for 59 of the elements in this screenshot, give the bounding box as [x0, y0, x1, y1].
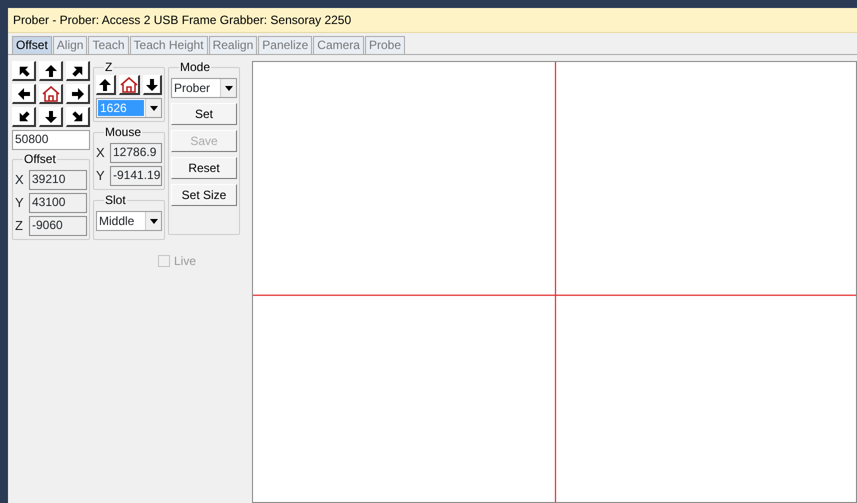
- tab[interactable]: Camera: [313, 36, 364, 54]
- jog-button[interactable]: [66, 84, 90, 104]
- jog-button[interactable]: [66, 61, 90, 81]
- jog-button[interactable]: [66, 107, 90, 127]
- push-button[interactable]: Set Size: [171, 184, 237, 206]
- readout-field: -9060: [29, 216, 87, 236]
- axis-label: X: [15, 171, 25, 190]
- arrow-icon: [18, 64, 30, 76]
- caret-icon: [150, 106, 158, 110]
- arrow-icon: [72, 64, 84, 76]
- tab[interactable]: Teach: [88, 36, 129, 54]
- readout-field: 43100: [29, 193, 87, 213]
- readout-field: -9141.19: [110, 166, 162, 186]
- arrow-icon: [18, 110, 30, 122]
- jog-button[interactable]: [39, 107, 63, 127]
- caret-icon: [150, 218, 158, 224]
- axis-label: X: [96, 144, 106, 162]
- push-button[interactable]: Set: [171, 103, 237, 125]
- jog-button[interactable]: [142, 75, 162, 95]
- group-title: Mouse: [104, 126, 142, 138]
- arrow-icon: [146, 78, 158, 90]
- readout-field: 12786.9: [110, 143, 162, 163]
- push-button[interactable]: Reset: [171, 157, 237, 179]
- jog-button[interactable]: [12, 107, 36, 127]
- group-title: Offset: [23, 153, 57, 165]
- axis-label: Z: [15, 217, 24, 236]
- dropdown[interactable]: 1626: [96, 98, 162, 118]
- tab[interactable]: Realign: [208, 36, 258, 54]
- group-title: Mode: [179, 61, 212, 73]
- dropdown[interactable]: Prober: [171, 78, 237, 98]
- dropdown[interactable]: Middle: [96, 211, 162, 231]
- arrow-icon: [44, 110, 56, 122]
- jog-button[interactable]: [12, 61, 36, 81]
- checkbox-label: Live: [174, 253, 196, 270]
- arrow-icon: [99, 78, 112, 90]
- arrow-icon: [44, 64, 56, 76]
- step-field[interactable]: 50800: [12, 130, 90, 150]
- jog-button[interactable]: [39, 84, 63, 104]
- axis-label: Y: [96, 167, 106, 186]
- group-title: Z: [104, 61, 114, 73]
- window-title: Prober - Prober: Access 2 USB Frame Grabber: Sensoray 2250: [8, 8, 857, 33]
- home-icon: [42, 86, 60, 102]
- jog-button[interactable]: [12, 84, 36, 104]
- axis-label: Y: [15, 194, 25, 212]
- caret-icon: [224, 86, 232, 90]
- jog-button[interactable]: [118, 75, 140, 95]
- tab[interactable]: Probe: [364, 36, 406, 54]
- group-title: Slot: [104, 194, 127, 206]
- tab[interactable]: Panelize: [258, 36, 312, 54]
- arrow-icon: [18, 88, 30, 100]
- home-icon: [120, 76, 138, 92]
- arrow-icon: [72, 88, 84, 100]
- tab[interactable]: Teach Height: [130, 36, 208, 54]
- tab[interactable]: Offset: [12, 36, 52, 54]
- jog-button[interactable]: [96, 75, 116, 95]
- jog-button[interactable]: [39, 61, 63, 81]
- readout-field: 39210: [29, 170, 87, 190]
- tab[interactable]: Align: [52, 36, 88, 54]
- arrow-icon: [72, 110, 84, 122]
